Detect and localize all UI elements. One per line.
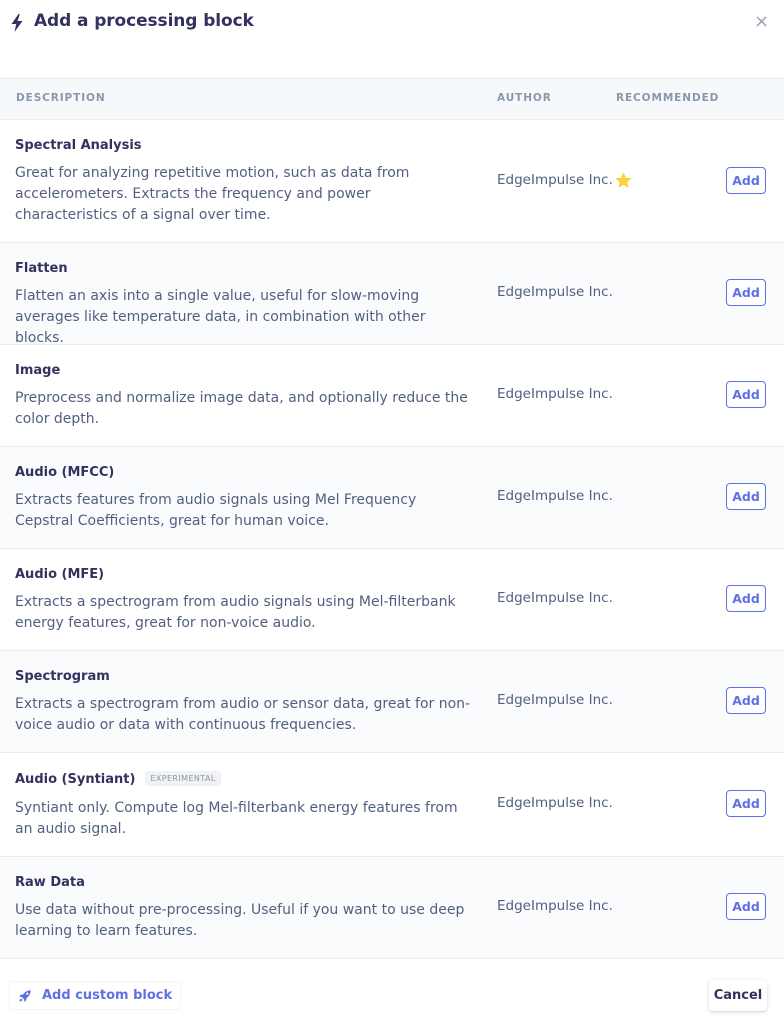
block-title-text: Audio (Syntiant) [15,772,136,787]
column-header-author: AUTHOR [497,92,552,104]
block-author: EdgeImpulse Inc. [497,795,613,811]
cancel-button[interactable]: Cancel [709,980,767,1011]
bolt-icon [11,14,23,32]
block-author: EdgeImpulse Inc. [497,488,613,504]
block-author: EdgeImpulse Inc. [497,898,613,914]
add-button[interactable]: Add [726,585,766,612]
add-button[interactable]: Add [726,279,766,306]
add-button[interactable]: Add [726,381,766,408]
block-title: Flatten [15,261,68,276]
table-row: Image Preprocess and normalize image dat… [0,345,784,447]
table-row: Audio (MFCC) Extracts features from audi… [0,447,784,549]
table-row: Spectral Analysis Great for analyzing re… [0,120,784,243]
block-description: Preprocess and normalize image data, and… [15,390,468,427]
star-icon [615,172,632,188]
block-author: EdgeImpulse Inc. [497,590,613,606]
block-author: EdgeImpulse Inc. [497,172,613,188]
add-button[interactable]: Add [726,790,766,817]
block-author: EdgeImpulse Inc. [497,284,613,300]
add-button[interactable]: Add [726,687,766,714]
table-row: Audio (MFE) Extracts a spectrogram from … [0,549,784,651]
processing-block-modal: Add a processing block × DESCRIPTION AUT… [0,0,784,1030]
block-description: Extracts a spectrogram from audio signal… [15,594,456,631]
block-title: Audio (Syntiant) EXPERIMENTAL [15,771,221,787]
add-custom-block-button[interactable]: Add custom block [9,981,182,1010]
block-description: Syntiant only. Compute log Mel-filterban… [15,800,458,837]
table-row: Spectrogram Extracts a spectrogram from … [0,651,784,753]
table-row: Raw Data Use data without pre-processing… [0,857,784,959]
add-custom-block-label: Add custom block [42,988,173,1003]
block-title: Spectral Analysis [15,138,142,153]
block-title: Spectrogram [15,669,110,684]
block-description: Flatten an axis into a single value, use… [15,288,426,346]
modal-title: Add a processing block [34,11,254,31]
modal-header: Add a processing block × [0,0,784,79]
block-description: Use data without pre-processing. Useful … [15,902,465,939]
block-description: Extracts features from audio signals usi… [15,492,417,529]
block-author: EdgeImpulse Inc. [497,692,613,708]
add-button[interactable]: Add [726,483,766,510]
add-button[interactable]: Add [726,167,766,194]
block-author: EdgeImpulse Inc. [497,386,613,402]
table-row: Audio (Syntiant) EXPERIMENTAL Syntiant on… [0,753,784,857]
modal-footer: Add custom block Cancel [0,958,784,1030]
rocket-icon [19,989,31,1002]
block-title: Image [15,363,61,378]
block-title: Audio (MFCC) [15,465,115,480]
add-button[interactable]: Add [726,893,766,920]
table-row: Flatten Flatten an axis into a single va… [0,243,784,346]
block-description: Great for analyzing repetitive motion, s… [15,165,410,223]
experimental-badge: EXPERIMENTAL [145,771,221,786]
close-icon[interactable]: × [754,12,769,32]
block-description: Extracts a spectrogram from audio or sen… [15,696,471,733]
column-header-recommended: RECOMMENDED [616,92,720,104]
block-title: Audio (MFE) [15,567,105,582]
table-header: DESCRIPTION AUTHOR RECOMMENDED [0,79,784,120]
block-title: Raw Data [15,875,85,890]
column-header-description: DESCRIPTION [16,92,106,104]
